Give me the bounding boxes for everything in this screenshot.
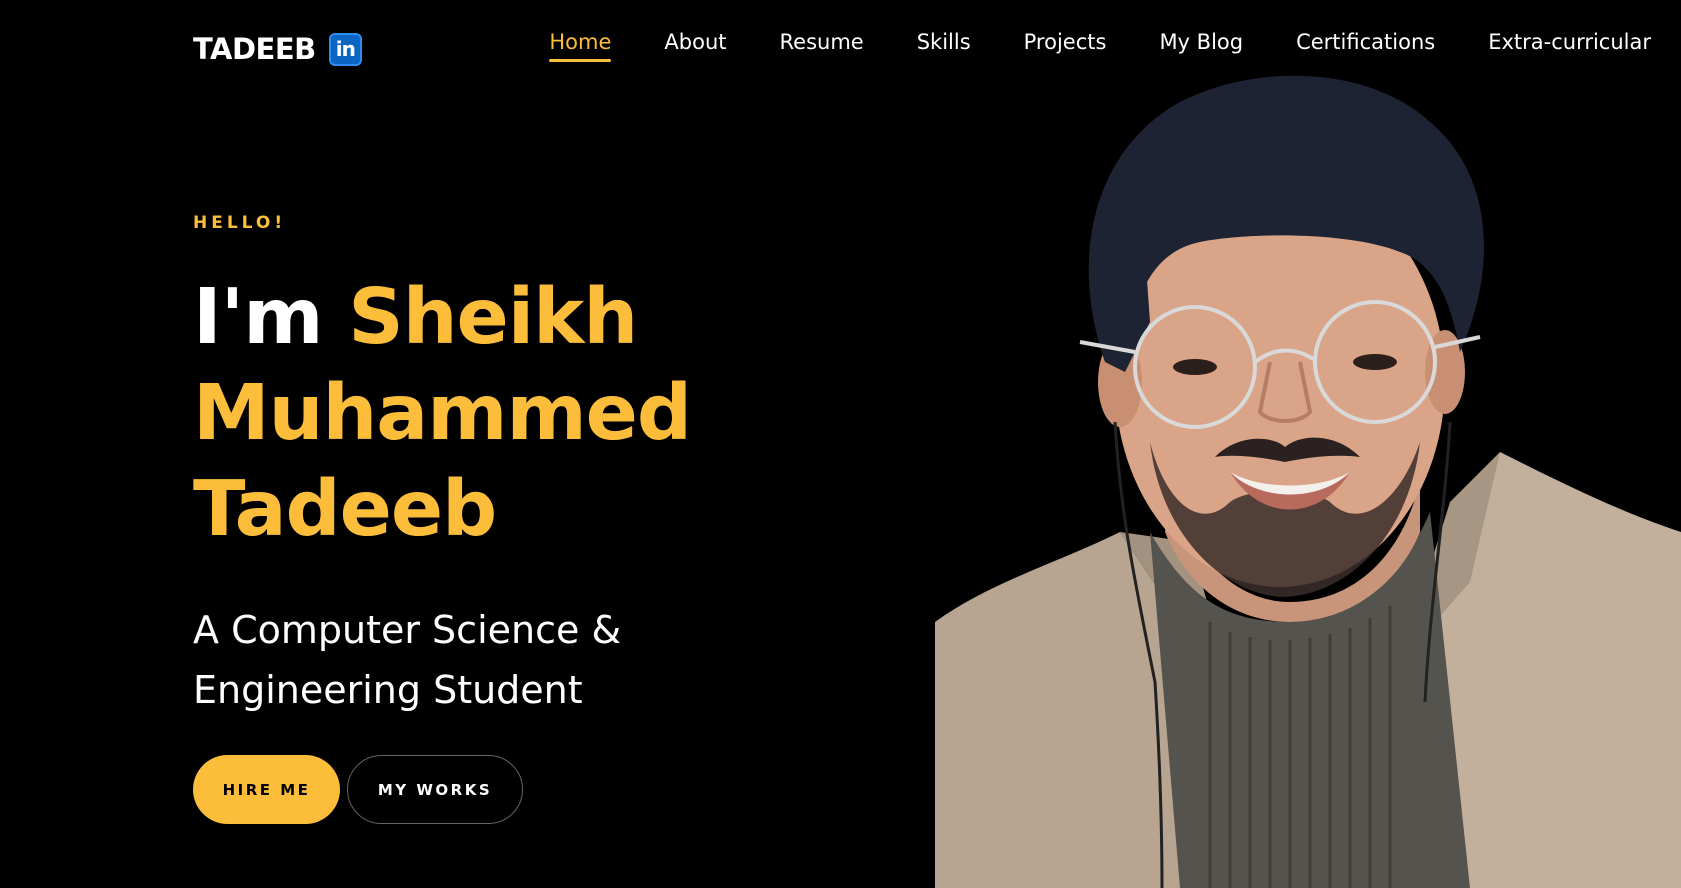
nav-item-blog[interactable]: My Blog [1159,30,1243,62]
nav-item-about[interactable]: About [664,30,726,62]
hero-name-first: Sheikh [348,273,638,362]
nav-item-skills[interactable]: Skills [917,30,971,62]
nav-item-certifications[interactable]: Certifications [1296,30,1435,62]
linkedin-icon[interactable]: in [328,32,362,66]
nav-item-extra-curricular[interactable]: Extra-curricular [1488,30,1651,62]
hero-headline: I'm Sheikh Muhammed Tadeeb [193,270,833,558]
page: TADEEB in Home About Resume Skills Proje… [0,0,1681,888]
hero-subtitle: A Computer Science & Engineering Student [193,608,622,712]
nav-menu: Home About Resume Skills Projects My Blo… [549,30,1651,62]
hero-actions: HIRE ME MY WORKS [193,755,833,824]
brand-logo[interactable]: TADEEB [193,32,316,66]
nav-item-home[interactable]: Home [549,30,612,62]
hire-me-button[interactable]: HIRE ME [193,755,340,824]
hero-name-middle: Muhammed [193,369,692,458]
my-works-button[interactable]: MY WORKS [347,755,523,824]
hero-name-last: Tadeeb [193,465,497,554]
brand: TADEEB in [193,32,362,66]
hero-section: HELLO! I'm Sheikh Muhammed Tadeeb A Comp… [193,213,833,824]
profile-photo [935,75,1681,888]
nav-item-resume[interactable]: Resume [780,30,864,62]
hero-intro: I'm [193,273,323,362]
hero-greeting: HELLO! [193,213,287,233]
nav-item-projects[interactable]: Projects [1024,30,1107,62]
